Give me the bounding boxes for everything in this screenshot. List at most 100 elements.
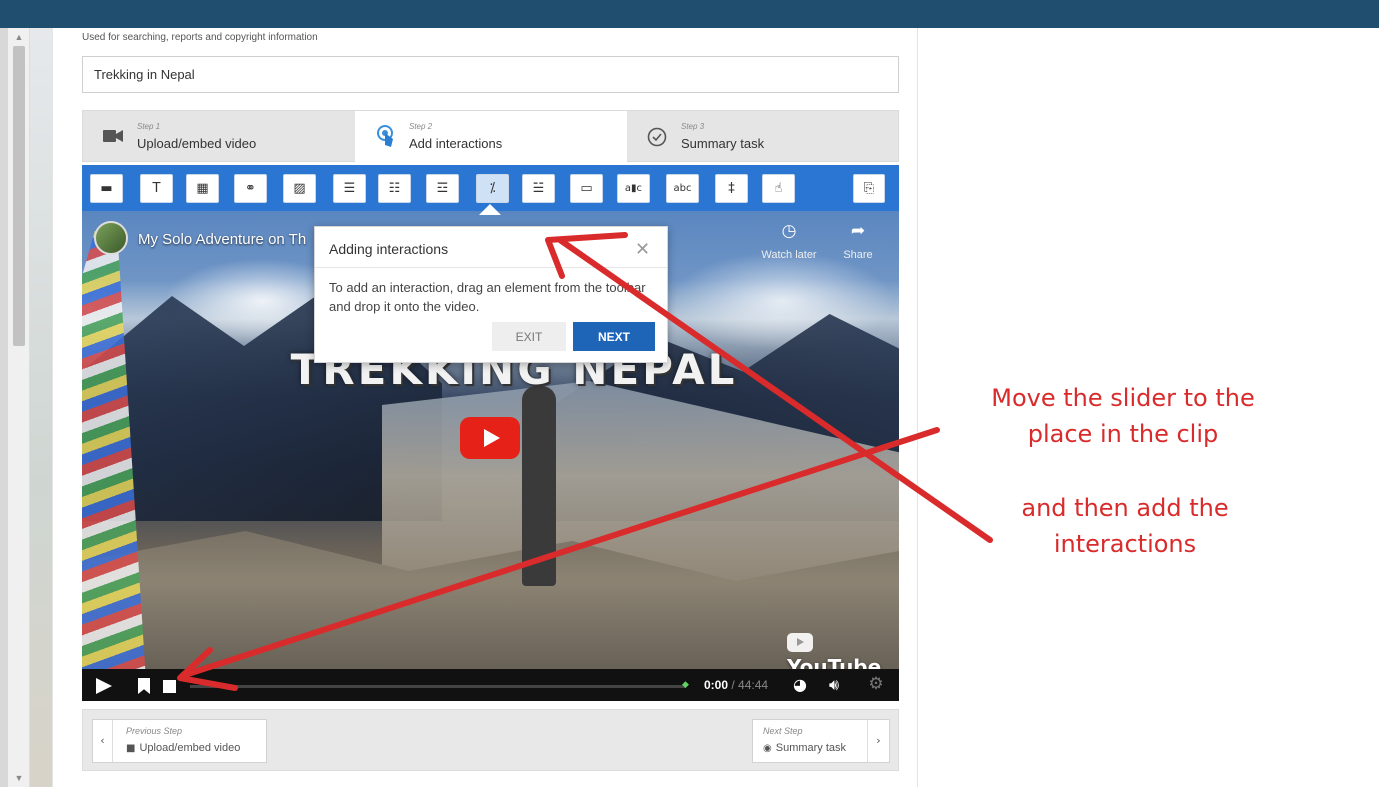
step-label: Summary task — [681, 136, 765, 151]
image-icon[interactable]: ▨ — [283, 174, 316, 203]
tool-glyph: ☰ — [343, 181, 356, 196]
playback-speed-icon[interactable]: ◕ — [789, 675, 811, 695]
tool-glyph: ⎘ — [863, 181, 875, 196]
step-navigation-footer: ‹ Previous Step ■ Upload/embed video Next… — [82, 709, 899, 771]
tool-glyph: a▮c — [624, 182, 643, 194]
tool-glyph: ☝ — [774, 181, 783, 196]
youtube-logo-icon — [787, 633, 813, 652]
step-number: Step 1 — [137, 122, 161, 131]
video-camera-icon — [103, 129, 123, 148]
annotation-line: place in the clip — [1027, 420, 1219, 448]
label-icon[interactable]: ▬ — [90, 174, 123, 203]
statements-icon[interactable]: ☰ — [333, 174, 366, 203]
tab-step-1[interactable]: Step 1 Upload/embed video — [83, 111, 355, 163]
popup-pointer — [479, 204, 501, 215]
tool-glyph: ⚭ — [245, 181, 256, 196]
next-step-button[interactable]: Next Step ◉ Summary task › — [752, 719, 890, 763]
touch-icon — [375, 125, 397, 154]
channel-avatar[interactable] — [94, 221, 128, 255]
scroll-up-arrow-icon[interactable]: ▲ — [8, 30, 30, 44]
player-controls: ◆ 0:00 / 44:44 ◕ 🔊︎ ⚙ — [82, 669, 899, 701]
stop-icon[interactable] — [163, 680, 176, 693]
check-circle-icon — [647, 127, 667, 152]
settings-gear-icon[interactable]: ⚙ — [865, 674, 887, 694]
youtube-play-button[interactable] — [460, 417, 520, 459]
bookmark-icon[interactable] — [138, 678, 150, 694]
tool-glyph: ▦ — [196, 181, 209, 196]
previous-step-label: Upload/embed video — [139, 742, 241, 754]
current-time: 0:00 — [704, 678, 729, 692]
tool-glyph: T — [152, 181, 161, 196]
tool-glyph: ☱ — [532, 181, 545, 196]
step-tabs: Step 1 Upload/embed video Step 2 Add int… — [82, 110, 899, 163]
previous-step-button[interactable]: ‹ Previous Step ■ Upload/embed video — [92, 719, 267, 763]
tool-glyph: ‡ — [728, 181, 735, 196]
share-button[interactable]: ➦ Share — [838, 221, 878, 261]
background-strip — [30, 28, 52, 787]
table-icon[interactable]: ▦ — [186, 174, 219, 203]
seek-slider[interactable] — [190, 685, 685, 688]
adding-interactions-popup: Adding interactions ✕ To add an interact… — [314, 226, 668, 363]
tool-glyph: ▨ — [293, 181, 306, 196]
step-label: Upload/embed video — [137, 136, 257, 151]
scroll-thumb[interactable] — [13, 46, 25, 346]
crossroads-icon[interactable]: ‡ — [715, 174, 748, 203]
title-input[interactable] — [82, 56, 899, 93]
hiker-figure — [522, 386, 556, 586]
volume-icon[interactable]: 🔊︎ — [823, 675, 845, 695]
fill-blanks-icon[interactable]: ☱ — [522, 174, 555, 203]
close-icon[interactable]: ✕ — [635, 239, 650, 260]
time-separator: / — [728, 678, 739, 692]
multiple-choice-icon[interactable]: ☲ — [426, 174, 459, 203]
watch-later-button[interactable]: ◷ Watch later — [754, 221, 824, 261]
annotation-interactions-note: and then add the interactions — [970, 490, 1280, 562]
step-number: Step 3 — [681, 122, 705, 131]
next-step-caption: Next Step — [763, 726, 803, 736]
watch-later-label: Watch later — [761, 249, 817, 261]
text-icon[interactable]: T — [140, 174, 173, 203]
play-icon[interactable] — [96, 678, 112, 694]
seek-marker-icon[interactable]: ◆ — [682, 680, 689, 690]
chevron-left-icon: ‹ — [93, 720, 113, 762]
popup-title: Adding interactions — [329, 241, 449, 257]
next-button[interactable]: NEXT — [573, 322, 655, 351]
duration: 44:44 — [738, 678, 769, 692]
tool-glyph: ▭ — [580, 181, 593, 196]
tab-step-3[interactable]: Step 3 Summary task — [627, 111, 899, 163]
annotation-line: and then add the — [1021, 494, 1229, 522]
paste-icon[interactable]: ⎘ — [853, 174, 885, 203]
video-camera-icon: ■ — [126, 743, 136, 754]
vertical-scrollbar[interactable]: ▲ ▼ — [8, 28, 30, 787]
next-step-label: Summary task — [775, 742, 847, 754]
mark-words-icon[interactable]: a▮c — [617, 174, 650, 203]
title-hint: Used for searching, reports and copyrigh… — [82, 32, 318, 43]
tool-glyph: ⁒ — [489, 181, 496, 196]
tool-glyph: ☷ — [388, 181, 401, 196]
share-icon: ➦ — [850, 221, 866, 241]
left-edge — [0, 28, 8, 787]
true-false-icon[interactable]: ⁒ — [476, 174, 509, 203]
annotation-line: Move the slider to the — [991, 384, 1255, 412]
drag-text-icon[interactable]: abc — [666, 174, 699, 203]
tool-glyph: ▬ — [100, 181, 113, 196]
annotation-slider-note: Move the slider to the place in the clip — [948, 380, 1298, 452]
chevron-right-icon: › — [867, 720, 889, 762]
tab-step-2[interactable]: Step 2 Add interactions — [355, 111, 627, 163]
navigation-hotspot-icon[interactable]: ☝ — [762, 174, 795, 203]
clock-icon: ◷ — [781, 221, 797, 241]
time-display: 0:00 / 44:44 — [704, 678, 768, 692]
screen: ▲ ▼ Used for searching, reports and copy… — [0, 0, 1379, 787]
scroll-down-arrow-icon[interactable]: ▼ — [8, 771, 30, 785]
share-label: Share — [843, 249, 873, 261]
single-choice-icon[interactable]: ☷ — [378, 174, 411, 203]
link-icon[interactable]: ⚭ — [234, 174, 267, 203]
annotation-line: interactions — [1053, 530, 1197, 558]
popup-divider — [315, 267, 667, 268]
exit-button[interactable]: EXIT — [492, 322, 566, 351]
video-title[interactable]: My Solo Adventure on Th — [138, 231, 306, 248]
previous-step-label-row: ■ Upload/embed video — [126, 742, 240, 754]
drag-drop-icon[interactable]: ▭ — [570, 174, 603, 203]
check-circle-icon: ◉ — [763, 743, 772, 754]
tool-glyph: ☲ — [436, 181, 449, 196]
step-label: Add interactions — [409, 136, 503, 151]
